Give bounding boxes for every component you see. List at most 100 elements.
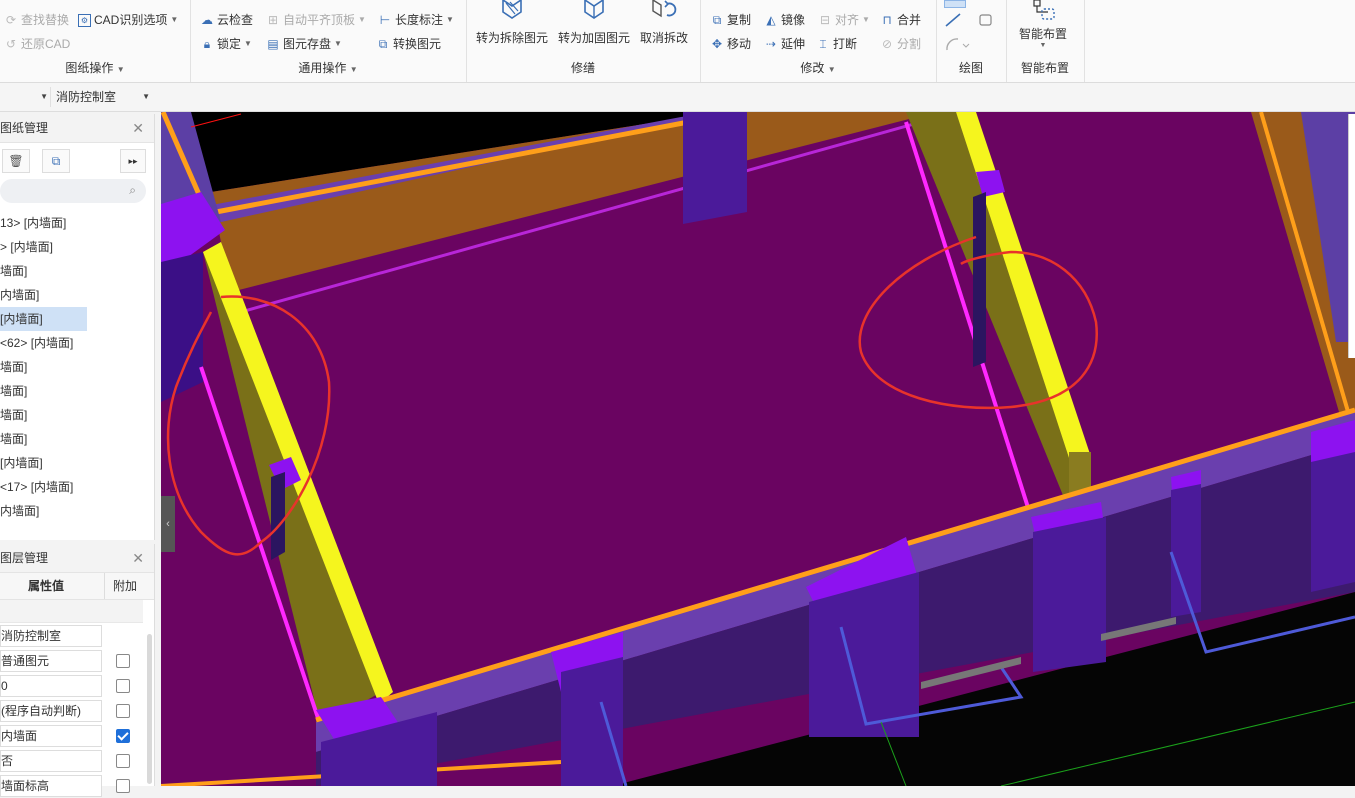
copy-drawing-icon[interactable]: ⧉ (42, 149, 70, 173)
lock-label: 锁定 (217, 37, 242, 51)
cloud-check-label: 云检查 (217, 13, 254, 27)
smart-layout-button[interactable]: 智能布置 ▼ (1010, 0, 1076, 49)
3d-viewport[interactable] (161, 112, 1355, 786)
length-dim-button[interactable]: ⊢ 长度标注 ▼ (378, 10, 454, 30)
convert-element-button[interactable]: ⧉ 转换图元 (376, 34, 441, 54)
auto-align-button[interactable]: ⊞ 自动平齐顶板 ▼ (266, 10, 366, 30)
prop-value[interactable]: 内墙面 (0, 725, 102, 747)
drawing-search-input[interactable]: ⌕ (0, 179, 146, 203)
collapse-panel-handle[interactable]: ‹ (161, 496, 175, 552)
delete-icon[interactable]: 🗑︎ (2, 149, 30, 173)
layer-table-body: 消防控制室 普通图元 0 (程序自动判断) 内墙面 否 墙面标高 (0, 623, 154, 798)
extra-checkbox[interactable] (116, 779, 130, 793)
find-replace-icon: ⟳ (5, 13, 17, 27)
prop-value[interactable]: 否 (0, 750, 102, 772)
table-row: 普通图元 (0, 648, 154, 673)
list-item[interactable]: 墙面] (0, 403, 154, 427)
table-row: 0 (0, 673, 154, 698)
floor-select[interactable]: ▼ (0, 87, 51, 107)
prop-value[interactable]: 0 (0, 675, 102, 697)
draw-rect-icon[interactable] (978, 12, 994, 28)
cad-options-button[interactable]: ⚙ CAD识别选项 ▼ (78, 10, 178, 30)
list-item[interactable]: > [内墙面] (0, 235, 154, 259)
list-item[interactable]: [内墙面] (0, 451, 154, 475)
list-item[interactable]: 13> [内墙面] (0, 211, 154, 235)
layer-panel-title: 图层管理 (0, 551, 49, 565)
restore-cad-button[interactable]: ↺ 还原CAD (4, 34, 70, 54)
extra-checkbox[interactable] (116, 679, 130, 693)
draw-line-icon[interactable] (944, 12, 964, 28)
split-button[interactable]: ⊘ 分割 (880, 34, 921, 54)
list-item[interactable]: <62> [内墙面] (0, 331, 154, 355)
modify-title: 修改 ▼ (700, 59, 936, 76)
list-item[interactable]: 墙面] (0, 379, 154, 403)
demolish-element-button[interactable]: 转为拆除图元 (474, 0, 550, 46)
chevron-down-icon: ▼ (142, 92, 150, 101)
close-icon[interactable]: ✕ (132, 114, 144, 142)
draw-point-button[interactable] (944, 0, 966, 8)
list-item[interactable]: 墙面] (0, 355, 154, 379)
chevron-down-icon[interactable]: ▼ (117, 65, 125, 74)
chevron-down-icon: ▼ (358, 15, 366, 24)
chevron-down-icon: ▼ (244, 39, 252, 48)
extra-checkbox[interactable] (116, 654, 130, 668)
extend-button[interactable]: ⇢ 延伸 (764, 34, 805, 54)
align-button[interactable]: ⊟ 对齐 ▼ (818, 10, 870, 30)
prop-value[interactable]: 消防控制室 (0, 625, 102, 647)
chevron-down-icon[interactable]: ▼ (828, 65, 836, 74)
smart-layout-label: 智能布置 (1018, 27, 1067, 41)
reinforce-element-icon (577, 0, 611, 26)
smart-title: 智能布置 (1020, 61, 1069, 75)
list-item[interactable]: 墙面] (0, 259, 154, 283)
list-item[interactable]: 内墙面] (0, 499, 154, 523)
list-item[interactable]: 墙面] (0, 427, 154, 451)
save-element-button[interactable]: ▤ 图元存盘 ▼ (266, 34, 342, 54)
move-icon: ✥ (711, 37, 723, 51)
mirror-button[interactable]: ◭ 镜像 (764, 10, 805, 30)
vertical-scrollbar[interactable] (147, 634, 152, 784)
save-element-label: 图元存盘 (283, 37, 332, 51)
copy-button[interactable]: ⧉ 复制 (710, 10, 751, 30)
convert-element-icon: ⧉ (378, 37, 388, 51)
move-label: 移动 (727, 37, 752, 51)
reinforce-element-button[interactable]: 转为加固图元 (556, 0, 632, 46)
extra-checkbox[interactable] (116, 754, 130, 768)
list-item-selected[interactable]: [内墙面] (0, 307, 87, 331)
list-item[interactable]: <17> [内墙面] (0, 475, 154, 499)
extra-checkbox[interactable] (116, 704, 130, 718)
prop-value[interactable]: 普通图元 (0, 650, 102, 672)
front-column-6-body (1311, 452, 1355, 592)
break-button[interactable]: ⌶ 打断 (816, 34, 857, 54)
cloud-check-button[interactable]: ☁ 云检查 (200, 10, 253, 30)
prop-value[interactable]: 墙面标高 (0, 775, 102, 797)
length-dim-label: 长度标注 (395, 13, 444, 27)
chevron-down-icon: ▼ (170, 15, 179, 24)
room-select[interactable]: 消防控制室 ▼ (56, 87, 152, 107)
more-icon[interactable]: ▸▸ (120, 149, 146, 173)
break-icon: ⌶ (819, 37, 827, 51)
move-button[interactable]: ✥ 移动 (710, 34, 751, 54)
prop-value[interactable]: (程序自动判断) (0, 700, 102, 722)
chevron-down-icon[interactable]: ▼ (350, 65, 358, 74)
drawing-panel-toolbar: 🗑︎ ⧉ ▸▸ (0, 143, 154, 177)
drawing-ops-title: 图纸操作 ▼ (0, 59, 190, 76)
mirror-label: 镜像 (781, 13, 806, 27)
general-ops-group: ☁ 云检查 ⊞ 自动平齐顶板 ▼ ⊢ 长度标注 ▼ 🔒︎ 锁定 ▼ ▤ 图元存盘… (190, 0, 467, 82)
extra-checkbox-checked[interactable] (116, 729, 130, 743)
length-dim-icon: ⊢ (379, 13, 391, 27)
layer-table-header: 属性值 附加 (0, 573, 154, 600)
chevron-down-icon: ▼ (40, 92, 48, 101)
front-column-2-body (561, 657, 623, 786)
list-item[interactable]: 内墙面] (0, 283, 154, 307)
lock-button[interactable]: 🔒︎ 锁定 ▼ (200, 34, 252, 54)
col-value-header: 属性值 (28, 579, 65, 593)
close-icon[interactable]: ✕ (132, 544, 144, 572)
find-replace-button[interactable]: ⟳ 查找替换 (4, 10, 69, 30)
cancel-modify-button[interactable]: 取消拆改 (636, 0, 692, 46)
merge-button[interactable]: ⊓ 合并 (880, 10, 921, 30)
layer-table-spacer (0, 600, 143, 623)
drawing-ops-title-text: 图纸操作 (65, 61, 114, 75)
chevron-down-icon: ▼ (1039, 42, 1047, 49)
draw-arc-icon[interactable] (944, 36, 970, 52)
draw-title: 绘图 (958, 61, 983, 75)
